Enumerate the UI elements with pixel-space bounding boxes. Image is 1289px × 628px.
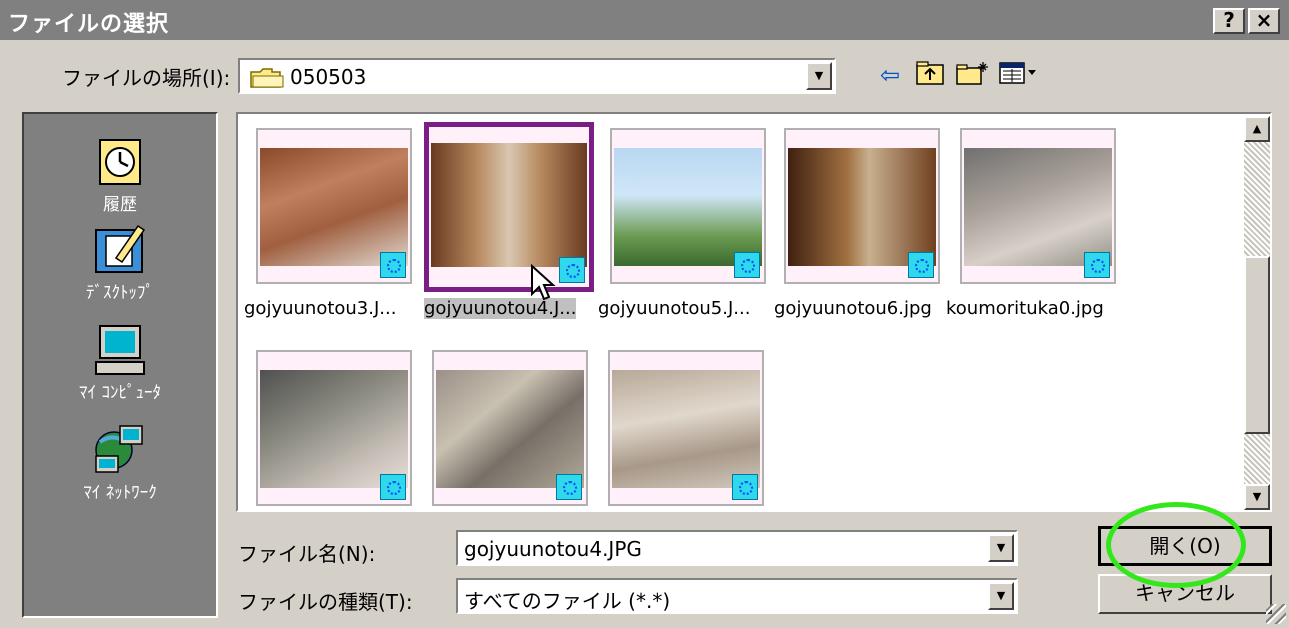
thumbnail-image [612, 370, 760, 488]
back-arrow-icon[interactable]: ⇦ [872, 60, 908, 90]
thumbnail-image [614, 148, 762, 266]
resize-grip[interactable] [1266, 604, 1286, 624]
place-my-computer[interactable]: ﾏｲ ｺﾝﾋﾟｭｰﾀ [24, 322, 216, 403]
image-file-icon [559, 257, 585, 283]
view-menu-icon[interactable] [996, 60, 1040, 90]
file-name[interactable]: koumorituka0.jpg [946, 298, 1104, 319]
thumbnail-image [964, 148, 1112, 266]
filetype-dropdown-arrow[interactable]: ▼ [988, 582, 1014, 610]
scroll-thumb[interactable] [1244, 256, 1270, 434]
my-network-icon [90, 422, 150, 478]
location-combo[interactable]: 050503 ▼ [238, 58, 836, 94]
file-thumbnail[interactable] [256, 128, 412, 284]
filetype-value: すべてのファイル (*.*) [464, 589, 671, 613]
file-name[interactable]: gojyuunotou6.jpg [774, 298, 932, 319]
file-thumbnail[interactable] [960, 128, 1116, 284]
filename-label: ファイル名(N): [238, 542, 376, 566]
file-thumbnail[interactable] [256, 350, 412, 506]
title-bar: ファイルの選択 ? × [0, 0, 1289, 40]
history-icon [90, 134, 150, 190]
filename-input[interactable]: gojyuunotou4.JPG ▼ [456, 530, 1018, 566]
filename-dropdown-arrow[interactable]: ▼ [988, 534, 1014, 562]
filetype-label: ファイルの種類(T): [238, 590, 413, 614]
image-file-icon [380, 474, 406, 500]
image-file-icon [908, 252, 934, 278]
thumbnail-image [260, 370, 408, 488]
place-history[interactable]: 履歴 [24, 134, 216, 215]
image-file-icon [556, 474, 582, 500]
location-value: 050503 [290, 65, 367, 89]
file-thumbnail[interactable] [784, 128, 940, 284]
location-dropdown-arrow[interactable]: ▼ [806, 62, 832, 90]
filetype-select[interactable]: すべてのファイル (*.*) ▼ [456, 578, 1018, 614]
file-name[interactable]: gojyuunotou3.J... [244, 298, 396, 319]
place-my-network[interactable]: ﾏｲ ﾈｯﾄﾜｰｸ [24, 422, 216, 503]
file-thumbnail[interactable] [432, 350, 588, 506]
thumbnail-image [788, 148, 936, 266]
image-file-icon [732, 474, 758, 500]
image-file-icon [1084, 252, 1110, 278]
desktop-icon [90, 222, 150, 278]
file-list-scrollbar[interactable]: ▲ ▼ [1244, 116, 1270, 510]
location-label: ファイルの場所(I): [62, 66, 231, 90]
folder-icon [250, 68, 284, 88]
window-title: ファイルの選択 [8, 12, 170, 37]
file-list[interactable]: gojyuunotou3.J... gojyuunotou4.J... gojy… [236, 112, 1272, 512]
place-label: ﾏｲ ｺﾝﾋﾟｭｰﾀ [79, 383, 161, 403]
file-thumbnail[interactable] [610, 128, 766, 284]
places-bar: 履歴 ﾃﾞｽｸﾄｯﾌﾟ ﾏｲ ｺﾝﾋﾟｭｰﾀ ﾏｲ ﾈｯﾄﾜｰｸ [22, 112, 218, 618]
place-label: ﾃﾞｽｸﾄｯﾌﾟ [86, 283, 154, 303]
image-file-icon [734, 252, 760, 278]
file-name[interactable]: gojyuunotou5.J... [598, 298, 750, 319]
my-computer-icon [90, 322, 150, 378]
thumbnail-image [260, 148, 408, 266]
new-folder-icon[interactable] [954, 60, 990, 90]
scroll-down-button[interactable]: ▼ [1244, 484, 1270, 510]
filename-value: gojyuunotou4.JPG [464, 537, 642, 561]
thumbnail-image [431, 143, 587, 267]
file-thumbnail-selected[interactable] [424, 122, 594, 292]
help-button[interactable]: ? [1213, 8, 1245, 34]
place-desktop[interactable]: ﾃﾞｽｸﾄｯﾌﾟ [24, 222, 216, 303]
up-folder-icon[interactable] [912, 60, 948, 90]
mouse-cursor-icon [531, 264, 556, 301]
close-button[interactable]: × [1248, 8, 1280, 34]
open-button[interactable]: 開く(O) [1098, 526, 1272, 566]
scroll-up-button[interactable]: ▲ [1244, 116, 1270, 142]
cancel-button[interactable]: キャンセル [1098, 574, 1272, 614]
file-thumbnail[interactable] [608, 350, 764, 506]
image-file-icon [380, 252, 406, 278]
thumbnail-image [436, 370, 584, 488]
place-label: ﾏｲ ﾈｯﾄﾜｰｸ [83, 483, 157, 503]
place-label: 履歴 [103, 195, 137, 215]
